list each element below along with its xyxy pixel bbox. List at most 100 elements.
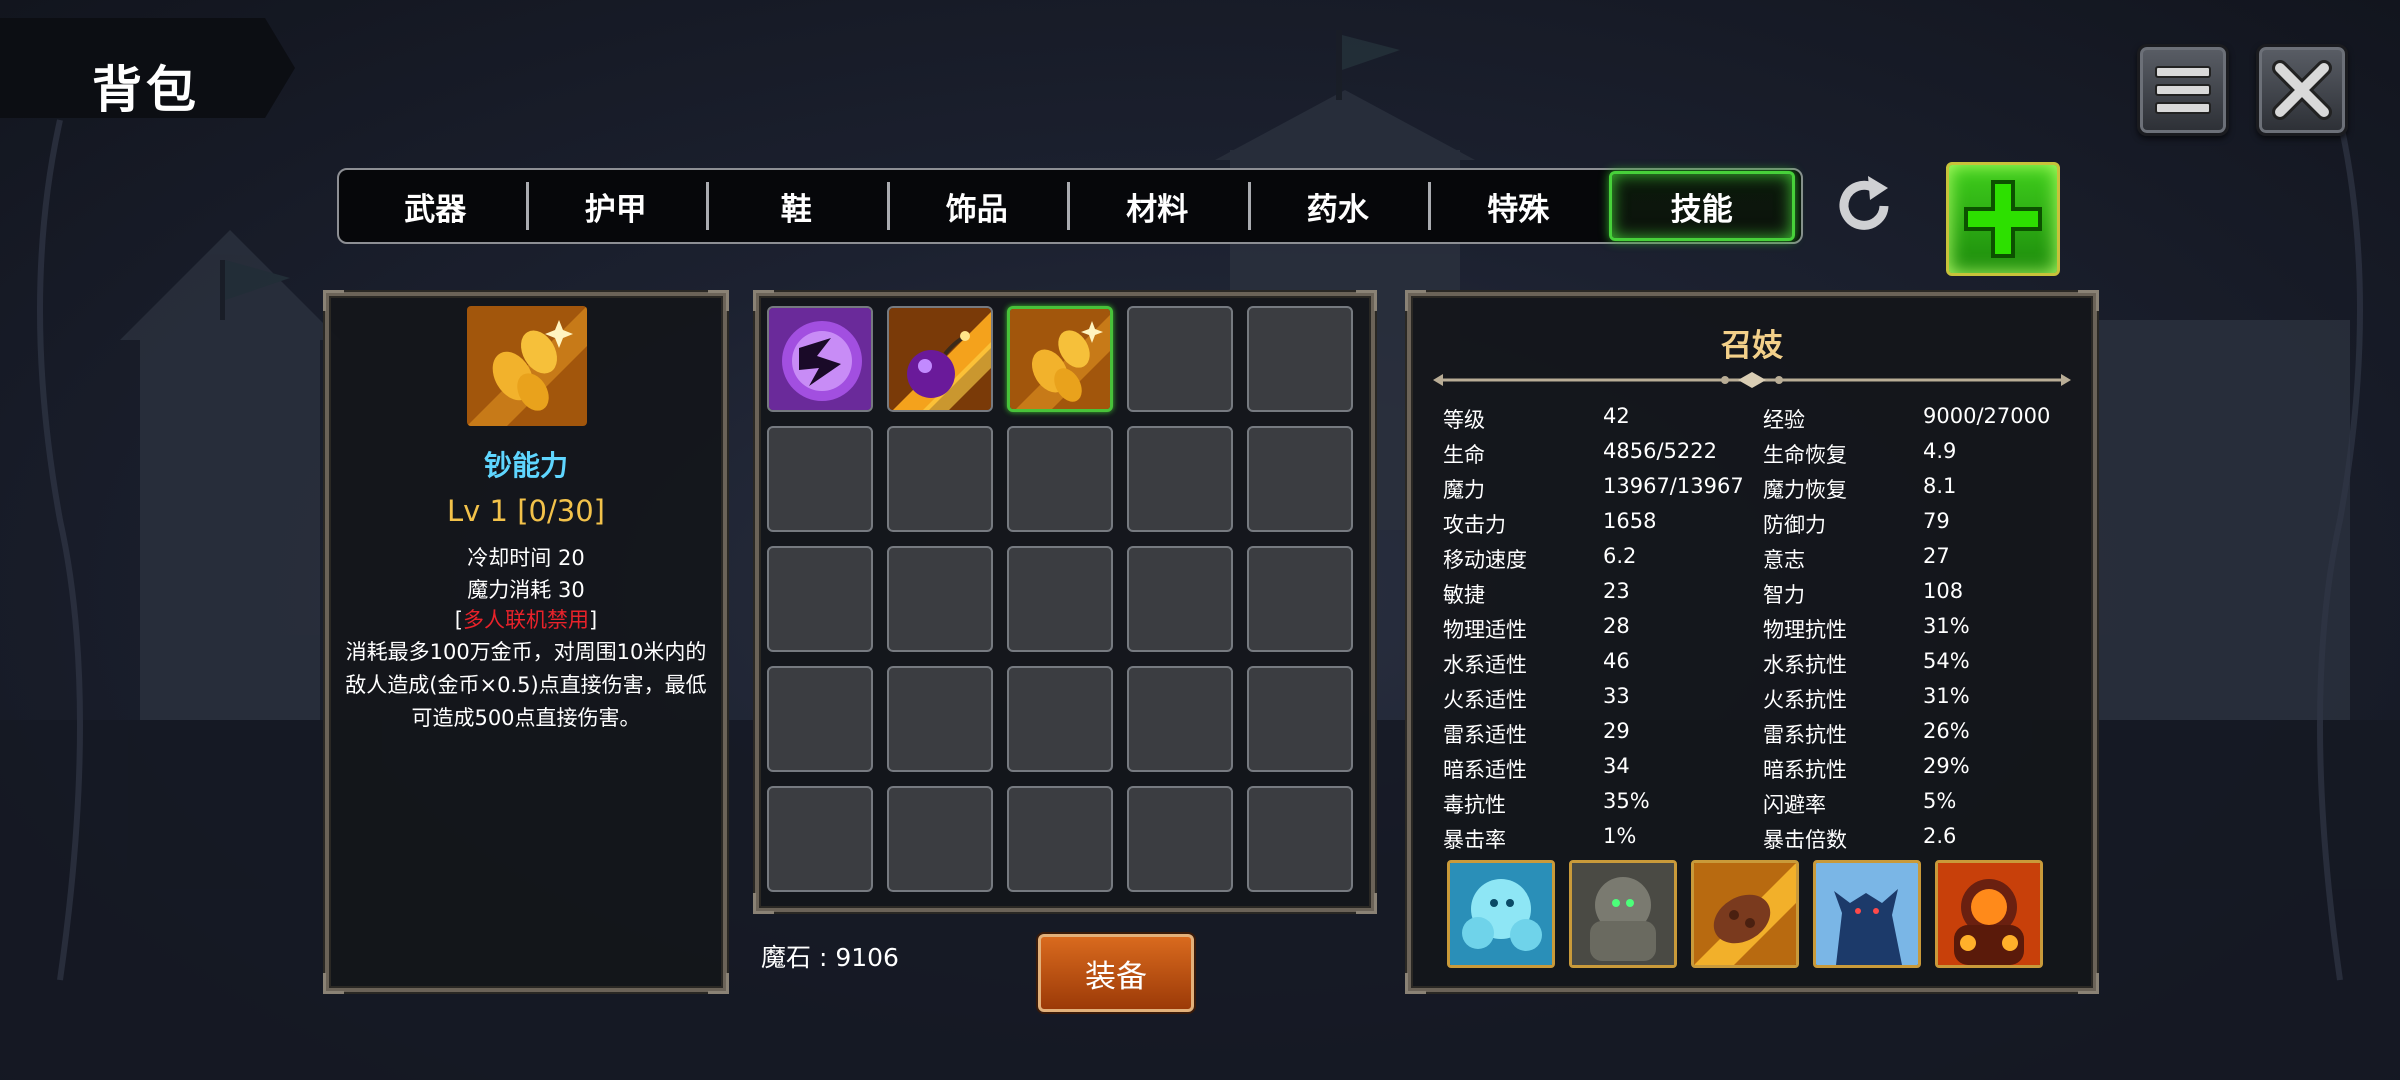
summon-slot[interactable]: [1569, 860, 1677, 968]
warning-text: 多人联机禁用: [463, 608, 589, 632]
stat-row: 攻击力 1658 防御力 79: [1443, 509, 2063, 544]
stat-label: 雷系适性: [1443, 723, 1527, 747]
stat-value: 27: [1923, 544, 1950, 568]
stat-label: 智力: [1763, 583, 1805, 607]
skill-slot[interactable]: [887, 306, 993, 412]
stat-value: 31%: [1923, 614, 1970, 638]
add-button[interactable]: [1946, 162, 2060, 276]
stat-label: 魔力: [1443, 478, 1485, 502]
empty-slot[interactable]: [1127, 546, 1233, 652]
warning-bracket-close: ]: [589, 608, 598, 632]
stat-row: 暴击率 1% 暴击倍数 2.6: [1443, 824, 2063, 859]
title-tab: 背包: [0, 18, 295, 118]
tab-accessories[interactable]: 饰品: [886, 174, 1068, 238]
empty-slot[interactable]: [1247, 786, 1353, 892]
stat-label: 移动速度: [1443, 548, 1527, 572]
empty-slot[interactable]: [767, 546, 873, 652]
empty-slot[interactable]: [1127, 426, 1233, 532]
stat-value: 42: [1603, 404, 1630, 428]
gold-coin-skill-icon: [467, 306, 587, 426]
ice-golem-icon: [1450, 863, 1552, 965]
stat-row: 雷系适性 29 雷系抗性 26%: [1443, 719, 2063, 754]
stat-value: 29%: [1923, 754, 1970, 778]
stat-value: 8.1: [1923, 474, 1957, 498]
summon-slot[interactable]: [1813, 860, 1921, 968]
skill-slot[interactable]: [767, 306, 873, 412]
empty-slot[interactable]: [1127, 306, 1233, 412]
equip-button[interactable]: 装备: [1038, 934, 1194, 1012]
stat-label: 生命: [1443, 443, 1485, 467]
skill-multiplayer-warning: [多人联机禁用]: [329, 604, 723, 634]
empty-slot[interactable]: [1127, 666, 1233, 772]
stat-row: 等级 42 经验 9000/27000: [1443, 404, 2063, 439]
bomb-skill-icon: [889, 308, 991, 410]
tab-armor[interactable]: 护甲: [525, 174, 707, 238]
stat-value: 54%: [1923, 649, 1970, 673]
stat-value: 26%: [1923, 719, 1970, 743]
plus-icon: [1964, 180, 2042, 258]
empty-slot[interactable]: [887, 426, 993, 532]
stat-row: 水系适性 46 水系抗性 54%: [1443, 649, 2063, 684]
stat-label: 魔力恢复: [1763, 478, 1847, 502]
magic-stone-count: 魔石 : 9106: [761, 943, 899, 972]
close-icon: [2272, 60, 2332, 120]
stat-value: 2.6: [1923, 824, 1957, 848]
empty-slot[interactable]: [1247, 426, 1353, 532]
empty-slot[interactable]: [767, 666, 873, 772]
empty-slot[interactable]: [1247, 306, 1353, 412]
ornament-divider: [1433, 372, 2071, 388]
empty-slot[interactable]: [1007, 426, 1113, 532]
stat-label: 经验: [1763, 408, 1805, 432]
tab-skills[interactable]: 技能: [1608, 171, 1795, 241]
stat-label: 敏捷: [1443, 583, 1485, 607]
stat-row: 敏捷 23 智力 108: [1443, 579, 2063, 614]
refresh-button[interactable]: [1830, 172, 1898, 240]
empty-slot[interactable]: [887, 666, 993, 772]
empty-slot[interactable]: [1007, 666, 1113, 772]
stat-label: 攻击力: [1443, 513, 1506, 537]
stat-label: 暗系抗性: [1763, 758, 1847, 782]
stat-label: 水系适性: [1443, 653, 1527, 677]
tab-special[interactable]: 特殊: [1428, 174, 1609, 238]
hero-stats-panel: 召妓 等级 42 经验 9000/27000 生命 4856/5222 生命恢复 4.9 魔…: [1405, 290, 2099, 994]
skill-level: Lv 1 [0/30]: [447, 494, 605, 528]
empty-slot[interactable]: [767, 786, 873, 892]
empty-slot[interactable]: [767, 426, 873, 532]
skill-slot-selected[interactable]: [1007, 306, 1113, 412]
summon-slot[interactable]: [1447, 860, 1555, 968]
stat-value: 35%: [1603, 789, 1650, 813]
tab-materials[interactable]: 材料: [1067, 174, 1248, 238]
stat-value: 4856/5222: [1603, 439, 1717, 463]
menu-button[interactable]: [2137, 44, 2229, 136]
stat-label: 防御力: [1763, 513, 1826, 537]
hero-name: 召妓: [1721, 328, 1783, 364]
stat-label: 水系抗性: [1763, 653, 1847, 677]
empty-slot[interactable]: [1127, 786, 1233, 892]
stat-row: 毒抗性 35% 闪避率 5%: [1443, 789, 2063, 824]
stat-label: 暴击率: [1443, 828, 1506, 852]
stat-label: 物理抗性: [1763, 618, 1847, 642]
skill-cooldown: 冷却时间 20: [467, 546, 585, 570]
summon-slot[interactable]: [1691, 860, 1799, 968]
stat-value: 6.2: [1603, 544, 1637, 568]
category-tab-bar: 武器 护甲 鞋 饰品 材料 药水 特殊 技能: [337, 168, 1803, 244]
empty-slot[interactable]: [1247, 666, 1353, 772]
stat-label: 物理适性: [1443, 618, 1527, 642]
summon-slot[interactable]: [1935, 860, 2043, 968]
empty-slot[interactable]: [1247, 546, 1353, 652]
empty-slot[interactable]: [1007, 786, 1113, 892]
close-button[interactable]: [2256, 44, 2348, 136]
stat-label: 意志: [1763, 548, 1805, 572]
shadow-beast-icon: [1816, 863, 1918, 965]
menu-icon: [2155, 66, 2211, 114]
stat-label: 火系适性: [1443, 688, 1527, 712]
tab-potions[interactable]: 药水: [1247, 174, 1429, 238]
stat-row: 移动速度 6.2 意志 27: [1443, 544, 2063, 579]
stat-value: 9000/27000: [1923, 404, 2051, 428]
tab-shoes[interactable]: 鞋: [706, 174, 887, 238]
skill-detail-panel: 钞能力 Lv 1 [0/30] 冷却时间 20 魔力消耗 30 [多人联机禁用]…: [323, 290, 729, 994]
empty-slot[interactable]: [887, 786, 993, 892]
empty-slot[interactable]: [887, 546, 993, 652]
tab-weapons[interactable]: 武器: [345, 174, 526, 238]
empty-slot[interactable]: [1007, 546, 1113, 652]
